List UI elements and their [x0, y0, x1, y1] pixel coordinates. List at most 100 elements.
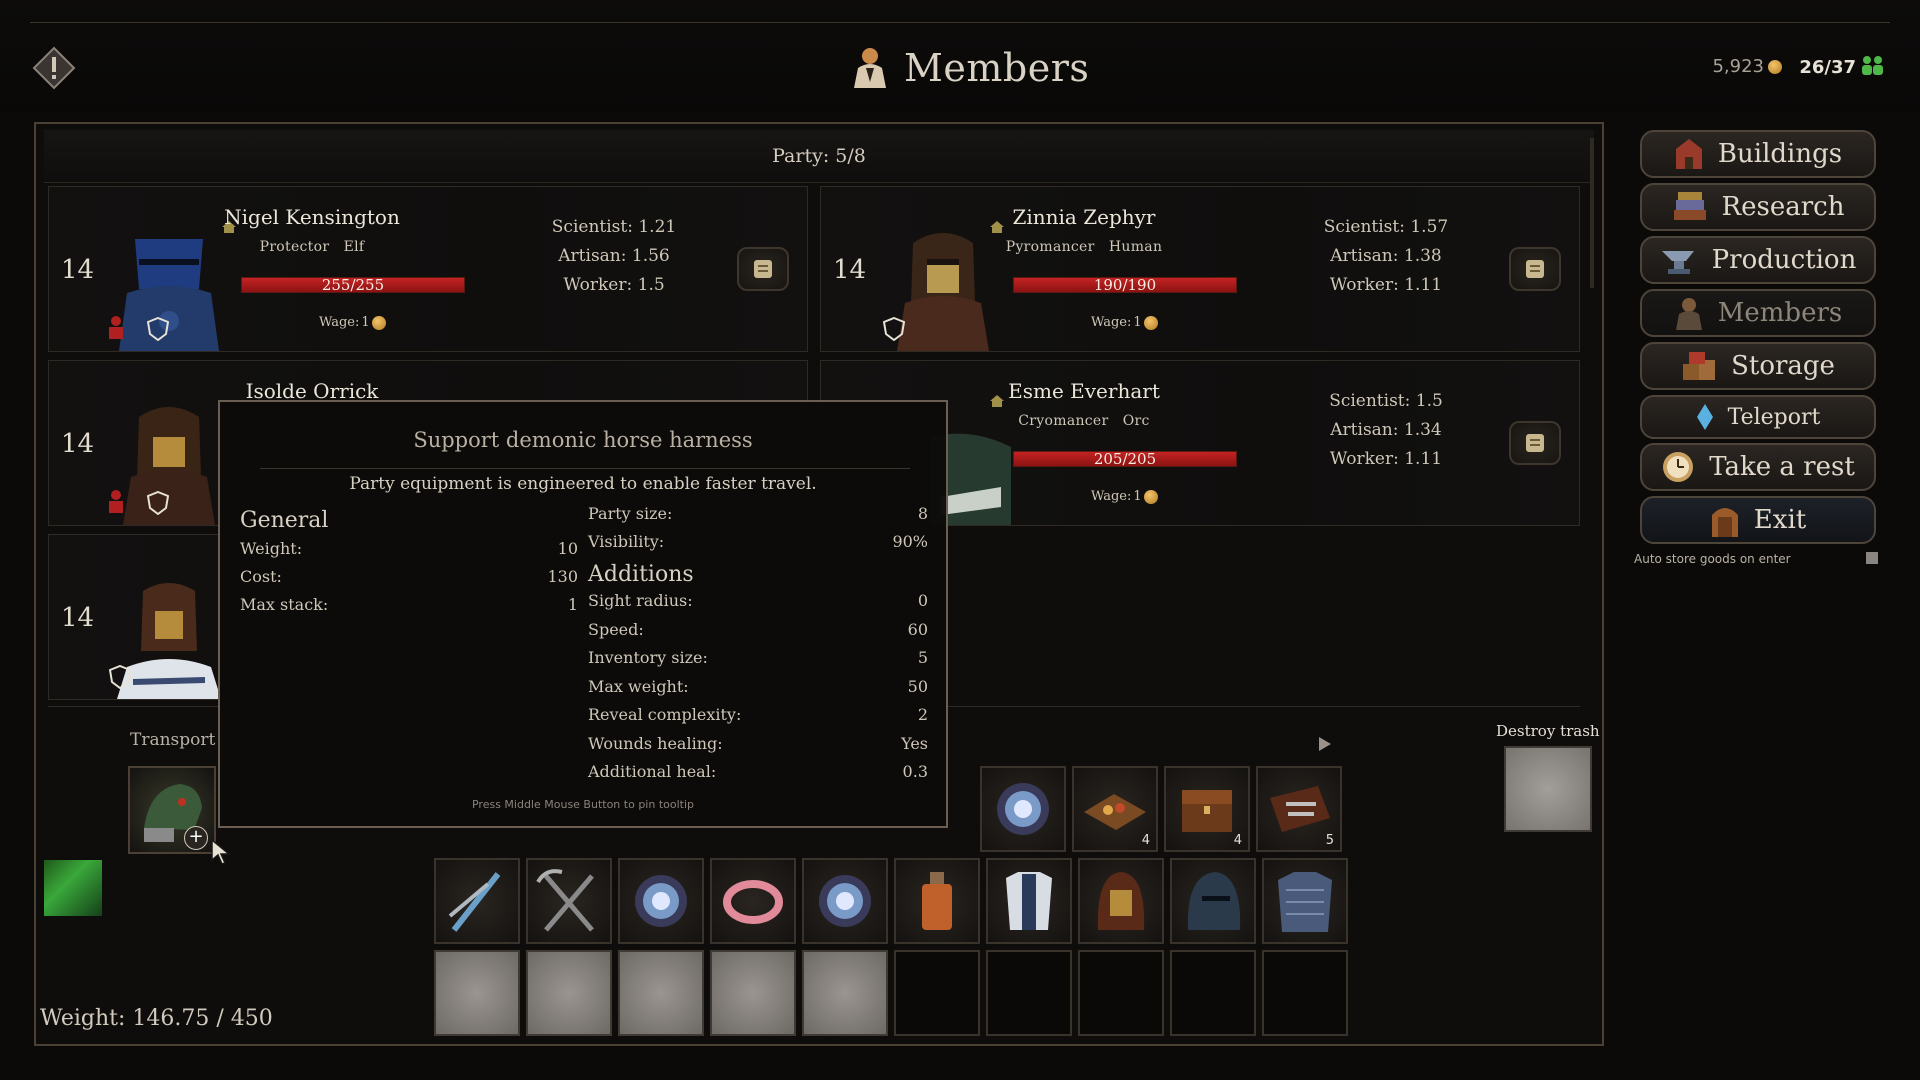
tooltip-row-value: 0.3: [902, 762, 928, 781]
wage-label: Wage:: [1091, 315, 1132, 330]
tooltip-row: Party size: 8: [588, 504, 928, 532]
destroy-trash-slot[interactable]: [1504, 746, 1592, 832]
inventory-slot[interactable]: [526, 950, 612, 1036]
menu-button-take-a-rest[interactable]: Take a rest: [1640, 443, 1876, 491]
alert-icon[interactable]: [32, 46, 76, 90]
inventory-slot[interactable]: [986, 858, 1072, 944]
add-icon[interactable]: +: [184, 826, 208, 850]
menu-label: Storage: [1731, 351, 1835, 381]
orb-icon: [997, 783, 1049, 835]
inventory-slot[interactable]: 5: [1256, 766, 1342, 852]
member-icon: [850, 44, 890, 92]
crystal-icon: [1696, 404, 1713, 430]
inventory-slot[interactable]: [802, 858, 888, 944]
menu-label: Take a rest: [1709, 452, 1855, 482]
member-class-name: Protector: [259, 239, 330, 255]
inventory-expand-arrow[interactable]: [1312, 734, 1336, 754]
scroll-button[interactable]: [1509, 421, 1561, 465]
tooltip-row: Weight: 10: [240, 539, 578, 567]
inventory-slot[interactable]: [710, 858, 796, 944]
potion-icon: [922, 872, 952, 930]
coin-icon: [1768, 59, 1782, 74]
item-count: 4: [1141, 833, 1150, 848]
scroll-icon: [1526, 434, 1544, 452]
menu-label: Members: [1717, 298, 1843, 328]
menu-label: Research: [1721, 192, 1845, 222]
member-class: Cryomancer Orc: [979, 413, 1189, 429]
population-counter: 26/37: [1799, 55, 1886, 80]
menu-button-research[interactable]: Research: [1640, 183, 1876, 231]
hp-bar: 190/190: [1013, 277, 1237, 293]
tooltip-row: Visibility: 90%: [588, 532, 928, 560]
page-title-group: Members: [850, 40, 1089, 96]
tooltip-footer: Press Middle Mouse Button to pin tooltip: [471, 798, 695, 811]
tooltip-row: Wounds healing: Yes: [588, 734, 928, 763]
member-class: Pyromancer Human: [979, 239, 1189, 255]
menu-button-exit[interactable]: Exit: [1640, 496, 1876, 544]
item-tooltip: Support demonic horse harness Party equi…: [218, 400, 948, 828]
inventory-slot[interactable]: [434, 950, 520, 1036]
menu-button-storage[interactable]: Storage: [1640, 342, 1876, 390]
menu-button-members[interactable]: Members: [1640, 289, 1876, 337]
tooltip-row: Inventory size: 5: [588, 648, 928, 677]
crates-icon: [1683, 352, 1716, 380]
scroll-icon: [1526, 260, 1544, 278]
stat-worker: Worker: 1.5: [563, 275, 665, 295]
member-card[interactable]: 14 Nigel Kensington Protector Elf 255/25…: [48, 186, 808, 352]
inventory-slot[interactable]: [980, 766, 1066, 852]
member-name: Esme Everhart: [1008, 379, 1160, 403]
tooltip-row-value: 10: [557, 539, 578, 558]
ring-icon: [723, 880, 783, 924]
member-portrait: [109, 223, 229, 351]
tooltip-additions-heading: Additions: [588, 562, 694, 587]
wage-value: 1: [1133, 315, 1142, 330]
menu-button-production[interactable]: Production: [1640, 236, 1876, 284]
inventory-slot[interactable]: [1170, 858, 1256, 944]
inventory-slot[interactable]: [1078, 858, 1164, 944]
auto-store-checkbox[interactable]: [1866, 552, 1878, 564]
scroll-button[interactable]: [737, 247, 789, 291]
inventory-slot[interactable]: [802, 950, 888, 1036]
menu-label: Buildings: [1717, 139, 1843, 169]
tooltip-row-value: 60: [907, 619, 928, 639]
tooltip-row: Speed: 60: [588, 620, 928, 649]
inventory-slot[interactable]: [894, 858, 980, 944]
inventory-slot[interactable]: [1262, 858, 1348, 944]
shield-icon: [108, 664, 132, 693]
chainmail-icon: [1278, 872, 1332, 932]
clock-icon: [1663, 452, 1694, 482]
tooltip-row-value: 90%: [892, 532, 928, 551]
auto-store-label: Auto store goods on enter: [1634, 552, 1791, 566]
member-race: Human: [1108, 239, 1163, 255]
inventory-slot[interactable]: [618, 858, 704, 944]
wage-value: 1: [1133, 489, 1142, 504]
strength-icon: [105, 489, 127, 517]
inventory-slot[interactable]: 4: [1164, 766, 1250, 852]
member-class: Protector Elf: [217, 239, 407, 255]
stat-scientist: Scientist: 1.57: [1323, 217, 1449, 237]
tooltip-row: Max weight: 50: [588, 677, 928, 706]
gold-counter: 5,923: [1712, 56, 1782, 77]
inventory-slot[interactable]: [710, 950, 796, 1036]
menu-button-buildings[interactable]: Buildings: [1640, 130, 1876, 178]
forest-icon[interactable]: [44, 860, 102, 916]
member-level: 14: [61, 255, 95, 285]
party-count: 5/8: [835, 145, 866, 167]
inventory-slot[interactable]: [526, 858, 612, 944]
member-card[interactable]: 14 Zinnia Zephyr Pyromancer Human 190/19…: [820, 186, 1580, 352]
member-level: 14: [833, 255, 867, 285]
inventory-slot[interactable]: 4: [1072, 766, 1158, 852]
stat-artisan: Artisan: 1.56: [558, 246, 670, 266]
coin-icon: [371, 315, 386, 330]
inventory-slot[interactable]: [434, 858, 520, 944]
menu-button-teleport[interactable]: Teleport: [1640, 395, 1876, 439]
anvil-icon: [1661, 251, 1694, 274]
shield-icon: [146, 316, 170, 345]
inventory-slot-locked: [1170, 950, 1256, 1036]
inventory-slot[interactable]: [618, 950, 704, 1036]
party-header: Party: 5/8: [44, 130, 1594, 183]
scroll-button[interactable]: [1509, 247, 1561, 291]
wage: Wage: 1: [1091, 489, 1158, 504]
panel-scrollbar[interactable]: [1590, 138, 1594, 288]
tooltip-row-label: Speed:: [588, 619, 644, 639]
